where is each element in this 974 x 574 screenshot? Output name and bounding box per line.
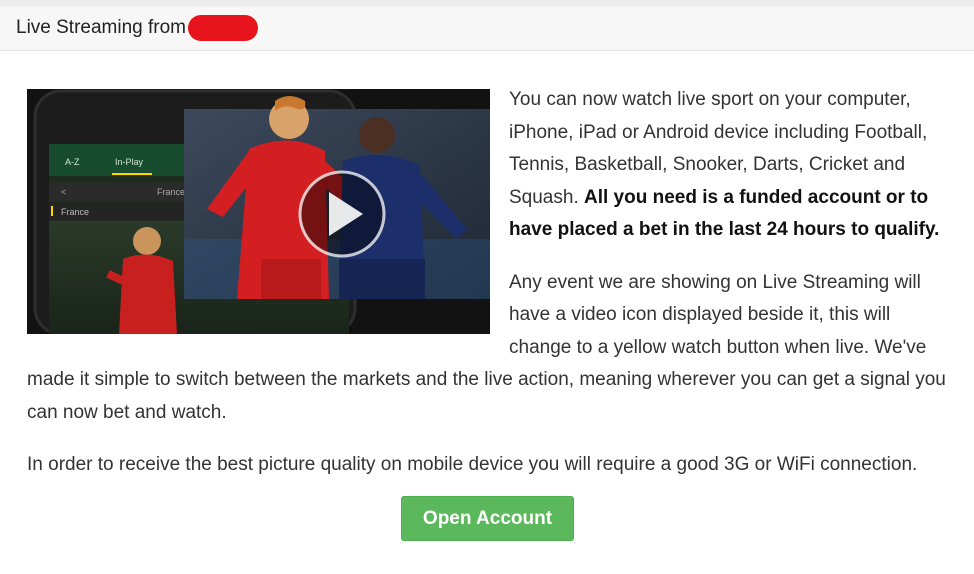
live-stream-promo-image[interactable]: A-Z In-Play < France France <box>27 89 490 334</box>
redacted-brand-mark <box>188 15 259 41</box>
panel-title: Live Streaming from <box>16 17 187 38</box>
panel-content: A-Z In-Play < France France You can now … <box>0 51 974 541</box>
svg-text:<: < <box>61 187 66 197</box>
play-icon[interactable] <box>298 170 386 258</box>
connection-paragraph: In order to receive the best picture qua… <box>27 454 918 475</box>
panel-header: Live Streaming from <box>0 6 974 51</box>
promo-illustration: A-Z In-Play < France France <box>27 89 490 334</box>
app-tab-az: A-Z <box>65 157 80 167</box>
app-row-label: France <box>61 207 89 217</box>
app-tab-inplay: In-Play <box>115 157 144 167</box>
app-row-right-label: France <box>157 187 185 197</box>
open-account-button[interactable]: Open Account <box>401 495 574 541</box>
cta-wrap: Open Account <box>27 495 948 541</box>
